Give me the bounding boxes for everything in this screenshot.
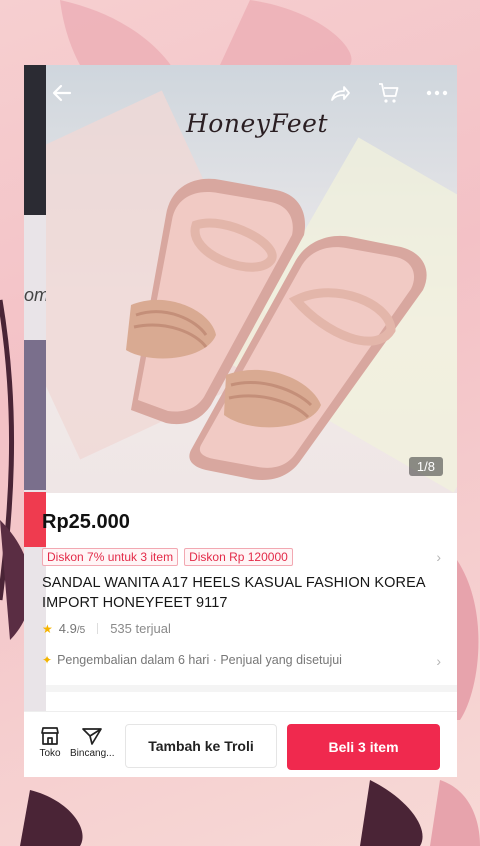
discount-tag[interactable]: Diskon Rp 120000 — [184, 548, 293, 566]
sandals-illustration — [126, 178, 427, 481]
sold-count: 535 terjual — [110, 621, 171, 636]
bottom-action-bar: Toko Bincang... Tambah ke Troli Beli 3 i… — [24, 711, 457, 777]
shop-button[interactable]: Toko — [28, 726, 72, 759]
shop-label: Toko — [39, 748, 61, 759]
product-price: Rp25.000 — [42, 511, 130, 533]
buy-button[interactable]: Beli 3 item — [287, 724, 440, 770]
return-policy-row[interactable]: ✦ Pengembalian dalam 6 hari · Penjual ya… — [42, 653, 342, 667]
discount-tag[interactable]: Diskon 7% untuk 3 item — [42, 548, 179, 566]
rating-number: 4.9 — [58, 621, 77, 636]
send-icon — [82, 728, 102, 745]
arrow-left-icon — [52, 84, 72, 102]
back-button[interactable] — [48, 79, 76, 107]
chevron-right-icon[interactable]: › — [436, 549, 441, 565]
rating-value: 4.9/5 — [59, 621, 85, 636]
rating-row[interactable]: ★ 4.9/5 535 terjual — [42, 621, 171, 636]
chat-label: Bincang... — [70, 748, 115, 759]
image-counter: 1/8 — [408, 457, 443, 476]
share-icon — [331, 86, 350, 101]
preview-text: om — [24, 285, 46, 305]
add-to-cart-button[interactable]: Tambah ke Troli — [125, 724, 277, 768]
section-divider — [46, 685, 457, 692]
discount-tags[interactable]: Diskon 7% untuk 3 item Diskon Rp 120000 — [42, 548, 293, 566]
product-image[interactable]: HoneyFeet 1/8 — [46, 65, 457, 493]
star-icon: ★ — [42, 621, 53, 636]
share-button[interactable] — [326, 79, 354, 107]
previous-item-preview: om — [24, 65, 46, 777]
chevron-right-icon[interactable]: › — [436, 653, 441, 669]
return-policy-text: Pengembalian dalam 6 hari · Penjual yang… — [57, 653, 342, 667]
return-policy-icon: ✦ — [42, 653, 53, 667]
cart-button[interactable] — [375, 79, 403, 107]
divider — [97, 623, 99, 634]
more-button[interactable] — [423, 79, 451, 107]
chat-button[interactable]: Bincang... — [70, 726, 114, 759]
product-card: om HoneyFeet — [24, 65, 457, 777]
product-title: SANDAL WANITA A17 HEELS KASUAL FASHION K… — [42, 573, 447, 613]
product-title-line: SANDAL WANITA A17 HEELS KASUAL FASHION K… — [42, 575, 426, 591]
product-title-line: IMPORT HONEYFEET 9117 — [42, 595, 228, 611]
more-icon — [426, 90, 448, 96]
cart-icon — [379, 83, 399, 103]
shop-icon — [41, 727, 59, 745]
rating-max: /5 — [76, 625, 86, 636]
